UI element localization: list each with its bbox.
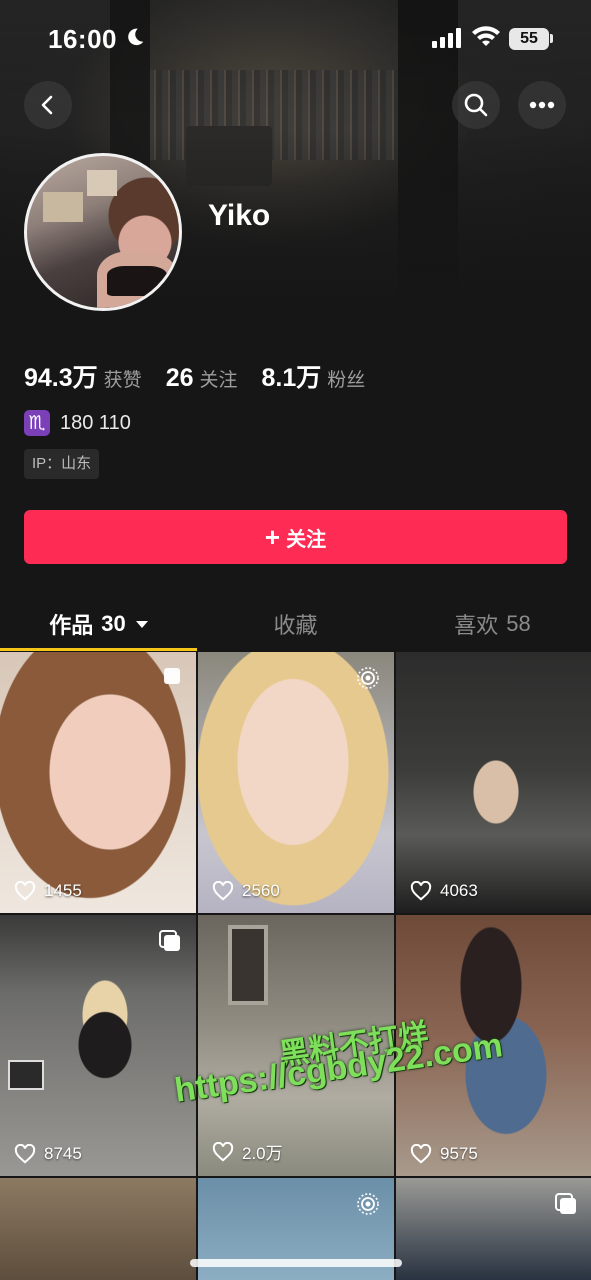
stat-followers[interactable]: 8.1万 粉丝 — [262, 358, 366, 394]
stat-label: 关注 — [199, 370, 238, 391]
like-count: 2.0万 — [212, 1139, 283, 1164]
multi-image-icon — [159, 930, 180, 951]
chevron-left-icon — [41, 95, 53, 115]
post-thumbnail[interactable]: 1455 — [0, 652, 196, 913]
like-count-text: 4063 — [440, 881, 478, 900]
tab-works[interactable]: 作品 30 — [0, 596, 197, 652]
like-count-text: 2.0万 — [242, 1144, 283, 1163]
post-thumbnail[interactable]: 8745 — [0, 915, 196, 1176]
building-window — [228, 925, 268, 1005]
like-count-text: 2560 — [242, 881, 280, 900]
stat-value: 94.3万 — [24, 364, 98, 392]
tab-likes[interactable]: 喜欢 58 — [394, 596, 591, 652]
post-thumbnail[interactable] — [0, 1178, 196, 1280]
status-bar: 16:00 55 — [0, 0, 591, 80]
tab-count: 30 — [101, 611, 126, 636]
wifi-icon — [472, 26, 500, 46]
tab-label: 收藏 — [273, 613, 318, 638]
like-count: 2560 — [212, 881, 280, 901]
heart-icon — [14, 1144, 36, 1164]
multi-image-icon — [555, 1193, 576, 1214]
home-indicator[interactable] — [190, 1259, 402, 1267]
post-thumbnail[interactable]: 2.0万 — [198, 915, 394, 1176]
stat-value: 8.1万 — [261, 364, 322, 392]
tab-favorites[interactable]: 收藏 — [197, 596, 394, 652]
more-options-button[interactable] — [518, 81, 566, 129]
battery-indicator: 55 — [509, 28, 549, 50]
pinned-icon — [164, 668, 180, 684]
post-thumbnail[interactable]: 4063 — [396, 652, 591, 913]
bio-line: ♏ 180 110 — [24, 410, 131, 436]
moon-icon — [128, 28, 144, 46]
live-photo-icon — [357, 667, 379, 689]
status-time: 16:00 — [48, 24, 117, 54]
like-count: 4063 — [410, 881, 478, 901]
post-thumbnail[interactable]: 2560 — [198, 652, 394, 913]
heart-icon — [212, 1141, 234, 1161]
back-button[interactable] — [24, 81, 72, 129]
stat-label: 获赞 — [103, 370, 142, 391]
ip-location-tag: IP：山东 — [24, 449, 100, 479]
post-thumbnail[interactable]: 9575 — [396, 915, 591, 1176]
stat-likes: 94.3万 获赞 — [24, 358, 142, 394]
more-dots-icon — [529, 101, 555, 109]
post-thumbnail[interactable] — [396, 1178, 591, 1280]
live-photo-icon — [357, 1193, 379, 1215]
caret-down-icon — [135, 620, 148, 628]
tab-label: 作品 — [49, 613, 94, 638]
heart-icon — [14, 881, 36, 901]
heart-icon — [410, 1144, 432, 1164]
active-tab-indicator — [0, 648, 197, 651]
like-count: 8745 — [14, 1144, 82, 1164]
heart-icon — [410, 881, 432, 901]
cellular-signal-icon — [432, 28, 461, 48]
like-count: 9575 — [410, 1144, 478, 1164]
search-button[interactable] — [452, 81, 500, 129]
heart-icon — [212, 881, 234, 901]
stat-value: 26 — [165, 364, 194, 392]
like-count-text: 1455 — [44, 881, 82, 900]
stat-label: 粉丝 — [327, 370, 366, 391]
tab-label: 喜欢 — [454, 613, 499, 638]
open-sign-graphic — [8, 1060, 44, 1090]
like-count-text: 8745 — [44, 1144, 82, 1163]
profile-stats: 94.3万 获赞 26 关注 8.1万 粉丝 — [24, 358, 389, 394]
follow-button[interactable]: + 关注 — [24, 510, 567, 564]
scorpio-icon: ♏ — [24, 410, 50, 436]
like-count: 1455 — [14, 881, 82, 901]
stat-following[interactable]: 26 关注 — [166, 364, 238, 393]
search-icon — [464, 93, 488, 117]
bio-text: 180 110 — [60, 411, 131, 434]
profile-tabs: 作品 30 收藏 喜欢 58 — [0, 596, 591, 652]
plus-icon: + — [264, 522, 281, 552]
follow-label: 关注 — [286, 528, 327, 551]
tab-count: 58 — [506, 611, 531, 636]
like-count-text: 9575 — [440, 1144, 478, 1163]
avatar[interactable] — [24, 153, 182, 311]
profile-name: Yiko — [208, 199, 271, 232]
